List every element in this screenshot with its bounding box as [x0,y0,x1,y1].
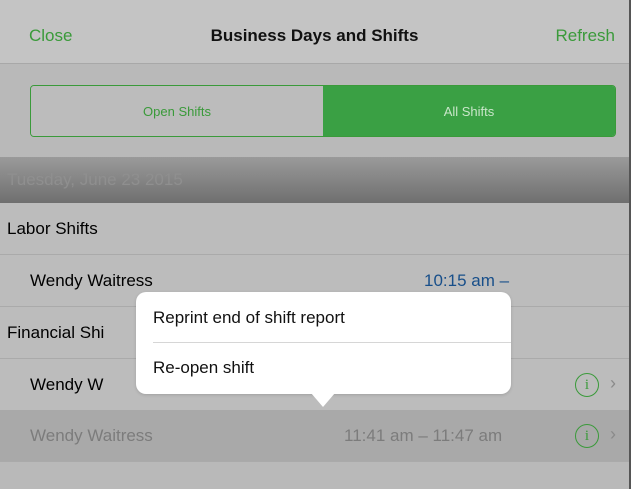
chevron-right-icon: › [610,373,616,393]
segment-all-shifts[interactable]: All Shifts [323,86,615,136]
info-icon[interactable]: i [575,424,599,448]
section-header-labor: Labor Shifts [0,203,629,255]
refresh-button[interactable]: Refresh [555,26,615,46]
popover-arrow [311,393,335,407]
empty-area [0,462,629,489]
shift-time: 10:15 am – [424,271,510,290]
shift-action-popover: Reprint end of shift report Re-open shif… [136,292,511,394]
shift-filter-segmented-control: Open Shifts All Shifts [30,85,616,137]
shift-time: 11:41 am – 11:47 am [344,426,503,445]
page-title: Business Days and Shifts [210,26,419,45]
employee-name: Wendy Waitress [30,271,153,290]
employee-name: Wendy W [30,375,104,394]
date-header: Tuesday, June 23 2015 [0,157,629,203]
section-title: Labor Shifts [7,219,98,238]
reopen-shift-option[interactable]: Re-open shift [153,358,254,378]
segment-area: Open Shifts All Shifts [0,65,629,157]
chevron-right-icon: › [610,424,616,444]
screen: Close Business Days and Shifts Refresh O… [0,0,631,489]
info-icon[interactable]: i [575,373,599,397]
list-item[interactable]: Wendy Waitress 11:41 am – 11:47 am i › [0,410,629,462]
segment-open-shifts[interactable]: Open Shifts [31,86,323,136]
navigation-bar: Close Business Days and Shifts Refresh [0,0,629,64]
divider [153,342,511,343]
reprint-report-option[interactable]: Reprint end of shift report [153,308,345,328]
section-title: Financial Shi [7,323,105,342]
employee-name: Wendy Waitress [30,426,153,445]
